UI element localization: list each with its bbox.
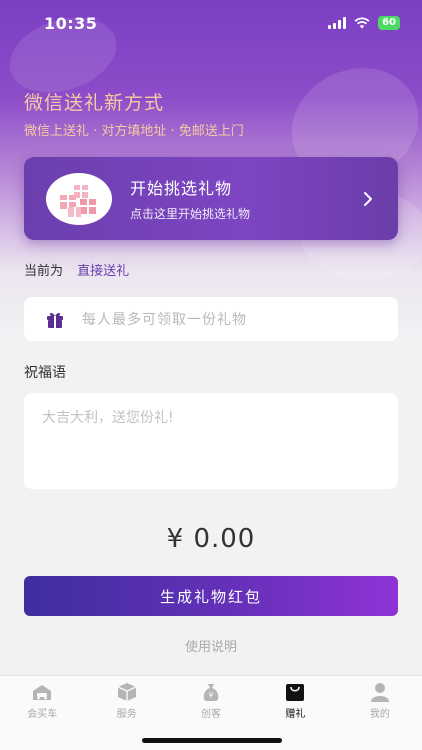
send-mode-label: 当前为 [24, 264, 64, 279]
nav-label: 创客 [201, 709, 222, 720]
blessing-input[interactable] [24, 393, 398, 489]
nav-label: 会买车 [27, 709, 58, 720]
home-indicator [142, 738, 282, 743]
generate-gift-button[interactable]: 生成礼物红包 [24, 576, 398, 616]
hero-title: 微信送礼新方式 [24, 92, 165, 114]
nav-label: 赠礼 [285, 709, 306, 720]
nav-label: 我的 [369, 709, 390, 720]
blessing-label: 祝福语 [24, 365, 66, 381]
person-icon [370, 683, 389, 702]
nav-item-gift[interactable]: 赠礼 [253, 676, 337, 720]
status-icons: 60 [328, 16, 400, 30]
claim-rule-text: 每人最多可领取一份礼物 [82, 312, 247, 328]
nav-label: 服务 [116, 709, 137, 720]
gift-boxes-image [46, 172, 112, 225]
wifi-icon [354, 17, 370, 29]
signal-icon [328, 17, 347, 29]
status-time: 10:35 [44, 13, 98, 33]
hero-subtitle: 微信上送礼 · 对方填地址 · 免邮送上门 [24, 124, 244, 139]
nav-item-maker[interactable]: ¥ 创客 [169, 676, 253, 720]
send-mode-link[interactable]: 直接送礼 [77, 264, 129, 279]
chevron-right-icon [364, 191, 372, 206]
send-mode-row: 当前为 直接送礼 [24, 260, 129, 279]
pick-gift-card[interactable]: 开始挑选礼物 点击这里开始挑选礼物 [24, 157, 398, 240]
pick-card-text: 开始挑选礼物 点击这里开始挑选礼物 [130, 175, 358, 222]
pick-card-title: 开始挑选礼物 [130, 179, 233, 198]
car-house-icon [33, 685, 52, 700]
claim-rule-box[interactable]: 每人最多可领取一份礼物 [24, 297, 398, 341]
gift-icon [47, 312, 63, 328]
pick-card-subtitle: 点击这里开始挑选礼物 [130, 207, 251, 221]
money-bag-icon: ¥ [203, 684, 219, 701]
status-bar: 10:35 60 [0, 0, 422, 46]
nav-item-service[interactable]: 服务 [84, 676, 168, 720]
box-icon [117, 683, 136, 701]
nav-item-car[interactable]: 会买车 [0, 676, 84, 720]
battery-icon: 60 [378, 16, 400, 30]
gift-amount: ¥ 0.00 [166, 524, 256, 554]
nav-item-mine[interactable]: 我的 [338, 676, 422, 720]
svg-text:¥: ¥ [208, 691, 213, 700]
bag-icon [286, 684, 305, 701]
instructions-link[interactable]: 使用说明 [0, 636, 422, 655]
